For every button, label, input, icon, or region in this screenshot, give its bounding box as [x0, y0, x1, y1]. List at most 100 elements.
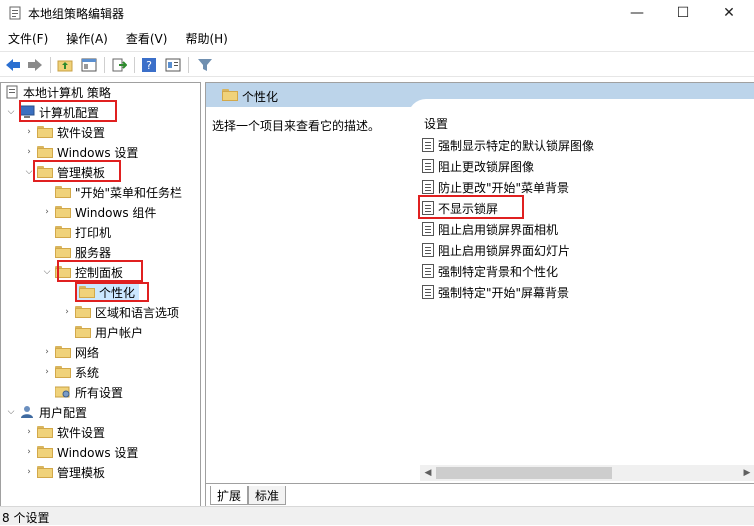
settings-column-header[interactable]: 设置 — [424, 115, 448, 132]
tree-item-user-software-settings[interactable]: › 软件设置 — [23, 423, 105, 441]
setting-label: 强制特定背景和个性化 — [438, 264, 559, 279]
policy-setting-icon — [422, 222, 434, 236]
navigation-tree[interactable]: 本地计算机 策略 ⌵ 计算机配置 › 软件设置 › Windows 设置 ⌵ 管… — [0, 82, 201, 508]
help-icon[interactable]: ? — [140, 56, 158, 74]
tree-item-software-settings[interactable]: › 软件设置 — [23, 123, 105, 141]
chevron-right-icon[interactable]: › — [41, 366, 53, 378]
folder-icon — [55, 346, 71, 358]
setting-label: 强制显示特定的默认锁屏图像 — [438, 138, 595, 153]
tree-item-label: "开始"菜单和任务栏 — [75, 185, 183, 200]
tree-item-regional-language[interactable]: › 区域和语言选项 — [61, 303, 179, 321]
toolbar-separator — [104, 57, 105, 73]
folder-icon — [37, 426, 53, 438]
highlight-computer-configuration — [19, 100, 117, 122]
chevron-right-icon[interactable]: › — [23, 146, 35, 158]
tree-item-label: 区域和语言选项 — [95, 305, 180, 320]
tree-item-printers[interactable]: 打印机 — [41, 223, 111, 241]
description-text: 选择一个项目来查看它的描述。 — [212, 119, 381, 133]
up-folder-icon[interactable] — [56, 56, 74, 74]
tree-item-local-computer-policy[interactable]: 本地计算机 策略 — [5, 83, 111, 101]
window-title: 本地组策略编辑器 — [28, 7, 125, 21]
setting-label: 强制特定"开始"屏幕背景 — [438, 285, 570, 300]
setting-item[interactable]: 防止更改"开始"菜单背景 — [422, 178, 569, 196]
chevron-down-icon[interactable]: ⌵ — [5, 106, 17, 118]
close-button[interactable]: ✕ — [706, 0, 752, 26]
tree-item-label: 本地计算机 策略 — [23, 85, 111, 100]
chevron-right-icon[interactable]: › — [23, 126, 35, 138]
chevron-right-icon[interactable]: › — [23, 466, 35, 478]
all-settings-icon — [55, 386, 70, 398]
menu-view[interactable]: 查看(V) — [118, 28, 176, 48]
horizontal-scrollbar[interactable]: ◀ ▶ — [420, 465, 754, 481]
menu-action[interactable]: 操作(A) — [58, 28, 116, 48]
tree-item-system[interactable]: › 系统 — [41, 363, 99, 381]
tree-item-label: 服务器 — [75, 245, 112, 260]
toolbar-separator — [188, 57, 189, 73]
title-bar: 本地组策略编辑器 — ☐ ✕ — [0, 0, 754, 26]
folder-icon — [55, 186, 71, 198]
folder-icon — [222, 89, 238, 101]
setting-item[interactable]: 阻止更改锁屏图像 — [422, 157, 534, 175]
menu-file[interactable]: 文件(F) — [0, 28, 56, 48]
tree-item-label: 软件设置 — [57, 425, 106, 440]
settings-list[interactable]: 设置 强制显示特定的默认锁屏图像 阻止更改锁屏图像 防止更改"开始"菜单背景 不… — [408, 99, 754, 465]
highlight-control-panel — [57, 260, 143, 282]
tab-standard[interactable]: 标准 — [248, 486, 287, 505]
tree-item-user-administrative-templates[interactable]: › 管理模板 — [23, 463, 105, 481]
tree-item-network[interactable]: › 网络 — [41, 343, 99, 361]
filter-icon[interactable] — [196, 56, 214, 74]
scrollbar-thumb[interactable] — [436, 467, 612, 479]
chevron-right-icon[interactable]: › — [23, 446, 35, 458]
policy-setting-icon — [422, 264, 434, 278]
policy-setting-icon — [422, 285, 434, 299]
tree-item-label: 所有设置 — [75, 385, 124, 400]
show-hide-tree-icon[interactable] — [80, 56, 98, 74]
svg-text:?: ? — [146, 59, 152, 72]
setting-label: 阻止更改锁屏图像 — [438, 159, 535, 174]
policy-setting-icon — [422, 159, 434, 173]
export-list-icon[interactable] — [110, 56, 128, 74]
tree-item-label: 用户配置 — [39, 405, 88, 420]
tree-no-arrow — [41, 386, 53, 398]
tree-item-user-accounts[interactable]: 用户帐户 — [61, 323, 143, 341]
view-tabs: 扩展 标准 — [206, 483, 754, 508]
maximize-button[interactable]: ☐ — [660, 0, 706, 26]
minimize-button[interactable]: — — [614, 0, 660, 26]
tree-item-all-settings[interactable]: 所有设置 — [41, 383, 123, 401]
chevron-down-icon[interactable]: ⌵ — [5, 406, 17, 418]
chevron-down-icon[interactable]: ⌵ — [41, 266, 53, 278]
setting-item[interactable]: 强制显示特定的默认锁屏图像 — [422, 136, 594, 154]
tree-item-server[interactable]: 服务器 — [41, 243, 111, 261]
tree-item-label: 软件设置 — [57, 125, 106, 140]
tree-item-user-windows-settings[interactable]: › Windows 设置 — [23, 443, 138, 461]
setting-item[interactable]: 强制特定"开始"屏幕背景 — [422, 283, 569, 301]
tree-item-label: 打印机 — [75, 225, 112, 240]
back-arrow-icon[interactable] — [4, 56, 22, 74]
scroll-left-icon[interactable]: ◀ — [420, 465, 436, 481]
tree-item-windows-components[interactable]: › Windows 组件 — [41, 203, 156, 221]
setting-item[interactable]: 阻止启用锁屏界面幻灯片 — [422, 241, 570, 259]
tree-item-windows-settings[interactable]: › Windows 设置 — [23, 143, 138, 161]
chevron-right-icon[interactable]: › — [41, 206, 53, 218]
highlight-do-not-display-lock-screen — [418, 195, 524, 219]
tree-item-start-menu-taskbar[interactable]: "开始"菜单和任务栏 — [41, 183, 182, 201]
policy-setting-icon — [422, 180, 434, 194]
tree-no-arrow — [61, 326, 73, 338]
setting-label: 防止更改"开始"菜单背景 — [438, 180, 570, 195]
highlight-personalization — [75, 282, 149, 302]
chevron-right-icon[interactable]: › — [41, 346, 53, 358]
setting-item[interactable]: 阻止启用锁屏界面相机 — [422, 220, 558, 238]
chevron-right-icon[interactable]: › — [23, 426, 35, 438]
scroll-right-icon[interactable]: ▶ — [739, 465, 754, 481]
chevron-right-icon[interactable]: › — [61, 306, 73, 318]
tab-extended[interactable]: 扩展 — [210, 486, 249, 505]
tree-item-label: Windows 设置 — [57, 145, 139, 160]
status-bar: 8 个设置 — [0, 506, 754, 525]
menu-help[interactable]: 帮助(H) — [177, 28, 235, 48]
forward-arrow-icon[interactable] — [26, 56, 44, 74]
highlight-administrative-templates — [33, 160, 121, 182]
properties-icon[interactable] — [164, 56, 182, 74]
tree-item-user-configuration[interactable]: ⌵ 用户配置 — [5, 403, 87, 421]
setting-item[interactable]: 强制特定背景和个性化 — [422, 262, 558, 280]
toolbar-separator — [134, 57, 135, 73]
